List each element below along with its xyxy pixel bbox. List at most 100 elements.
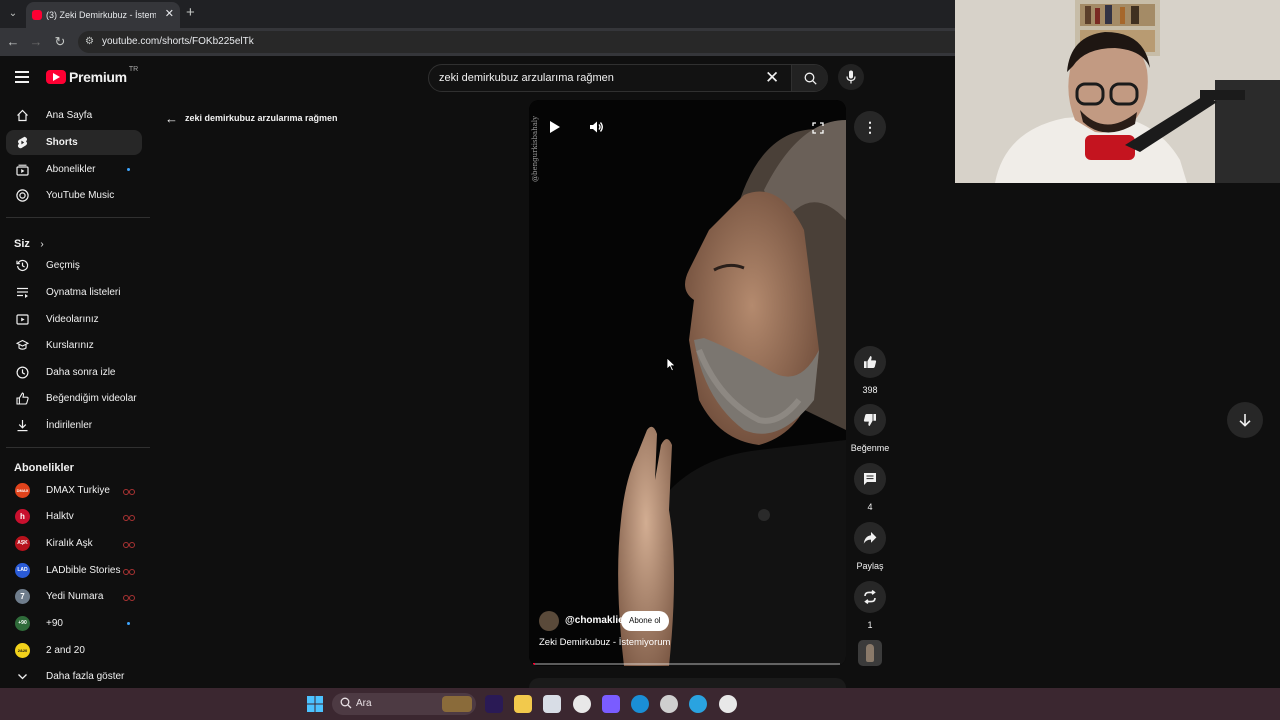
shorts-video-player[interactable]: @bengurkisbahaly @chomaklie Abone ol Zek… xyxy=(529,100,846,666)
remix-button[interactable] xyxy=(854,581,886,613)
sidebar-item-downloads[interactable]: İndirilenler xyxy=(6,413,142,438)
watch-later-icon xyxy=(16,366,29,379)
sidebar-channel-ladbible-stories[interactable]: LAD LADbible Stories xyxy=(6,558,142,583)
sidebar-item-playlists[interactable]: Oynatma listeleri xyxy=(6,280,142,305)
thumbs-down-icon xyxy=(863,414,876,426)
sidebar-item-your-videos[interactable]: Videolarınız xyxy=(6,307,142,332)
audio-source-thumbnail[interactable] xyxy=(858,640,882,666)
next-short-button[interactable] xyxy=(1227,402,1263,438)
sidebar-channel-halktv[interactable]: h Halktv xyxy=(6,504,142,529)
live-indicator-icon xyxy=(123,569,135,575)
site-info-icon[interactable]: ⚙ xyxy=(85,36,94,47)
sidebar-item-liked-videos[interactable]: Beğendiğim videolar xyxy=(6,386,142,411)
comments-action: 4 xyxy=(849,463,891,512)
video-title[interactable]: Zeki Demirkubuz - İstemiyorum xyxy=(539,637,670,648)
subscribe-button[interactable]: Abone ol xyxy=(621,611,669,631)
video-progress-bar[interactable] xyxy=(533,663,840,665)
like-button[interactable] xyxy=(854,346,886,378)
sidebar-item-youtube-music[interactable]: YouTube Music xyxy=(6,183,142,208)
webcam-feed xyxy=(955,0,1280,183)
taskbar-search[interactable]: Ara xyxy=(332,693,476,715)
search-highlight-icon xyxy=(442,696,472,712)
search-box[interactable]: zeki demirkubuz arzularıma rağmen ✕ xyxy=(428,64,828,92)
windows-taskbar: Ara xyxy=(0,688,1280,720)
sidebar-item-watch-later[interactable]: Daha sonra izle xyxy=(6,360,142,385)
dislike-button[interactable] xyxy=(854,404,886,436)
sidebar-channel-label: Halktv xyxy=(46,511,74,522)
tab-search-icon[interactable]: ⌄ xyxy=(4,5,22,23)
chrome-icon[interactable] xyxy=(573,695,591,713)
premiere-icon[interactable] xyxy=(485,695,503,713)
sidebar-show-more[interactable]: Daha fazla göster xyxy=(6,664,142,689)
app-icon[interactable] xyxy=(543,695,561,713)
chrome-alt-icon[interactable] xyxy=(719,695,737,713)
sidebar-channel-label: +90 xyxy=(46,618,63,629)
channel-handle[interactable]: @chomaklie xyxy=(565,615,624,626)
next-short-preview[interactable] xyxy=(529,678,846,688)
sidebar-item-label: Ana Sayfa xyxy=(46,110,93,121)
remix-icon xyxy=(864,590,876,604)
more-options-button[interactable]: ⋮ xyxy=(854,111,886,143)
section-heading: Siz xyxy=(14,238,30,250)
voice-search-button[interactable] xyxy=(838,64,864,90)
avatar: AŞK xyxy=(15,536,30,551)
youtube-music-icon xyxy=(16,189,29,202)
sidebar-item-courses[interactable]: Kurslarınız xyxy=(6,333,142,358)
back-nav-icon[interactable]: ← xyxy=(5,34,21,50)
copilot-icon[interactable] xyxy=(602,695,620,713)
video-frame xyxy=(529,100,846,666)
sidebar-channel-plus90[interactable]: +90 +90 xyxy=(6,611,142,636)
sidebar-divider xyxy=(6,447,150,448)
volume-button[interactable] xyxy=(589,120,604,139)
search-button[interactable] xyxy=(791,65,828,91)
youtube-favicon-icon xyxy=(32,10,42,20)
reload-icon[interactable]: ↻ xyxy=(52,34,68,50)
sidebar-channel-kiralik-ask[interactable]: AŞK Kiralık Aşk xyxy=(6,531,142,556)
more-vertical-icon: ⋮ xyxy=(863,119,877,135)
live-indicator-icon xyxy=(123,515,135,521)
sidebar-channel-dmax-turkiye[interactable]: DMAX DMAX Turkiye xyxy=(6,478,142,503)
chatgpt-icon[interactable] xyxy=(660,695,678,713)
live-indicator-icon xyxy=(123,542,135,548)
share-action: Paylaş xyxy=(849,522,891,571)
browser-tab[interactable]: (3) Zeki Demirkubuz - İstemiyorum ✕ xyxy=(26,2,180,28)
windows-start-icon[interactable] xyxy=(306,695,324,713)
channel-avatar[interactable] xyxy=(539,611,559,631)
sidebar-item-label: Kurslarınız xyxy=(46,340,94,351)
subscriptions-icon xyxy=(16,164,29,176)
sidebar-item-home[interactable]: Ana Sayfa xyxy=(6,103,142,128)
menu-icon[interactable] xyxy=(15,71,29,83)
sidebar: Ana Sayfa Shorts Abonelikler YouTube Mus… xyxy=(0,100,152,688)
you-section-header[interactable]: Siz › xyxy=(14,234,44,252)
edge-icon[interactable] xyxy=(631,695,649,713)
comments-button[interactable] xyxy=(854,463,886,495)
new-content-dot xyxy=(127,622,130,625)
sidebar-item-subscriptions[interactable]: Abonelikler xyxy=(6,157,142,182)
play-button[interactable] xyxy=(549,120,561,139)
liked-icon xyxy=(16,392,29,405)
telegram-icon[interactable] xyxy=(689,695,707,713)
youtube-premium-logo[interactable]: Premium TR xyxy=(46,66,138,85)
chevron-down-icon xyxy=(18,674,27,680)
video-progress-fill xyxy=(533,663,535,665)
sidebar-item-history[interactable]: Geçmiş xyxy=(6,253,142,278)
forward-nav-icon[interactable]: → xyxy=(28,34,44,50)
home-icon xyxy=(17,109,28,122)
clear-search-icon[interactable]: ✕ xyxy=(765,68,779,88)
search-input[interactable]: zeki demirkubuz arzularıma rağmen xyxy=(439,72,614,84)
arrow-down-icon xyxy=(1239,414,1251,427)
remix-action: 1 xyxy=(849,581,891,630)
sidebar-channel-yedi-numara[interactable]: 7 Yedi Numara xyxy=(6,584,142,609)
new-tab-icon[interactable]: + xyxy=(186,4,195,21)
file-explorer-icon[interactable] xyxy=(514,695,532,713)
back-arrow-icon[interactable]: ← xyxy=(165,111,178,126)
fullscreen-button[interactable] xyxy=(812,121,824,139)
share-button[interactable] xyxy=(854,522,886,554)
sidebar-channel-2-and-20[interactable]: 2&20 2 and 20 xyxy=(6,638,142,663)
tab-close-icon[interactable]: ✕ xyxy=(165,7,174,20)
taskbar-search-text: Ara xyxy=(356,698,372,709)
avatar: DMAX xyxy=(15,483,30,498)
logo-text: Premium xyxy=(69,69,127,85)
volume-icon xyxy=(590,121,603,133)
sidebar-item-shorts[interactable]: Shorts xyxy=(6,130,142,155)
